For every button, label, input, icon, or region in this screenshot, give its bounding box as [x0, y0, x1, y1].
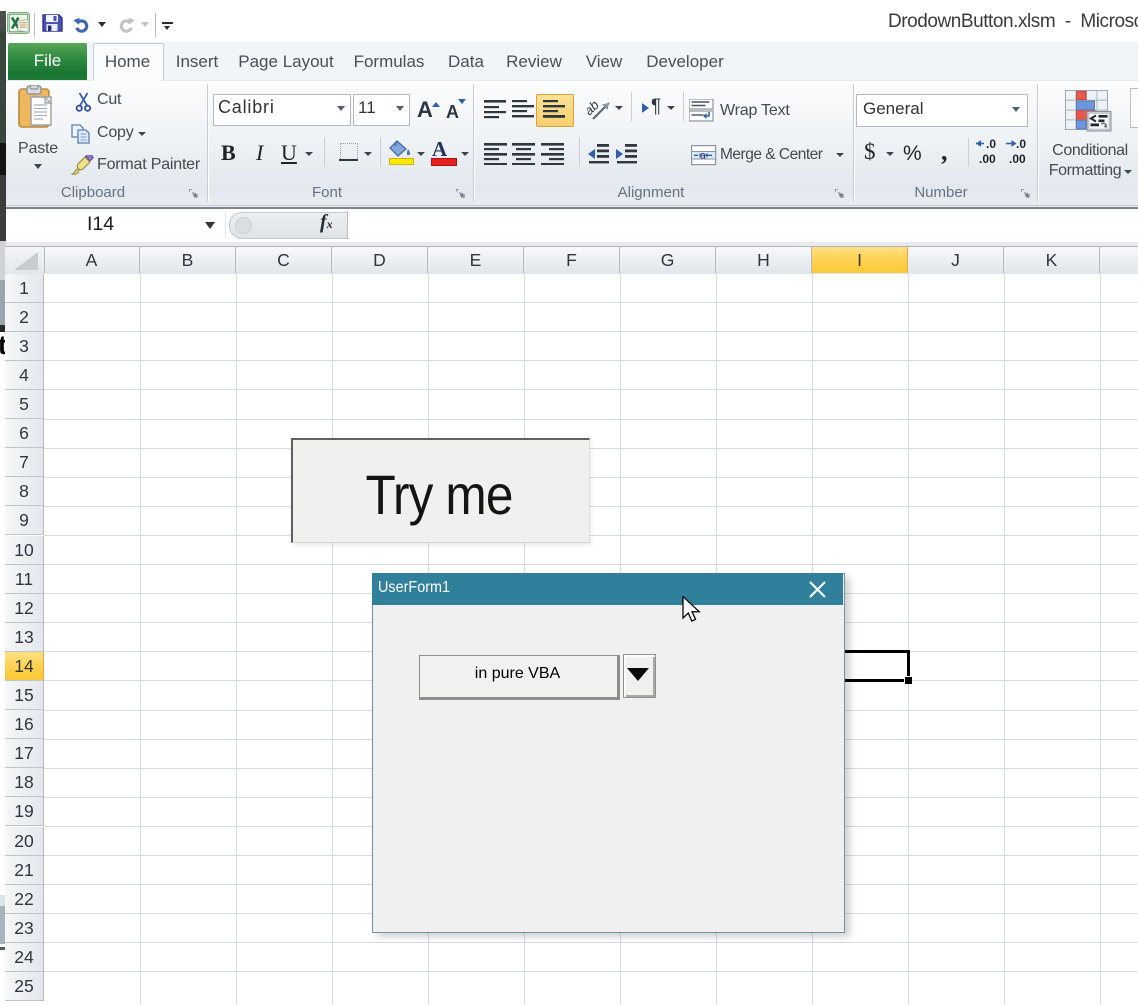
svg-text:.0: .0 [986, 139, 996, 151]
svg-text:.00: .00 [1009, 152, 1026, 166]
svg-text:ab: ab [587, 97, 602, 118]
svg-text:.0: .0 [1016, 139, 1026, 151]
svg-text:.00: .00 [979, 152, 996, 166]
